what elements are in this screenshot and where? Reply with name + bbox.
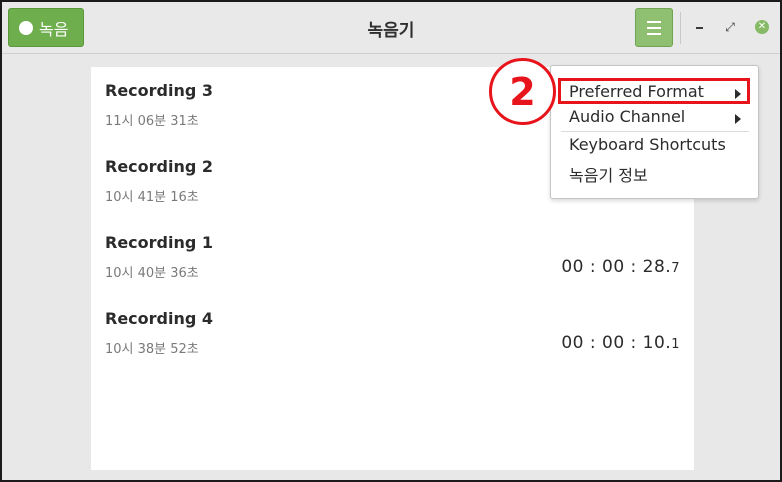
- close-button[interactable]: ✕: [751, 16, 773, 38]
- duration-fraction: 1: [671, 337, 680, 352]
- hamburger-icon-line: [647, 32, 661, 35]
- submenu-arrow-icon: [735, 89, 741, 99]
- duration-fraction: 7: [671, 261, 680, 276]
- menu-item-keyboard-shortcuts[interactable]: Keyboard Shortcuts: [569, 135, 753, 161]
- minimize-button[interactable]: [688, 16, 710, 38]
- recording-time: 11시 06분 31초: [105, 114, 199, 129]
- menu-item-label: 녹음기 정보: [569, 166, 648, 185]
- recording-title: Recording 2: [105, 157, 214, 176]
- menu-item-audio-channel[interactable]: Audio Channel: [569, 107, 753, 133]
- recording-time: 10시 41분 16초: [105, 190, 199, 205]
- list-item[interactable]: Recording 4 10시 38분 52초 00 : 00 : 10.1: [91, 295, 694, 371]
- recording-time: 10시 38분 52초: [105, 342, 199, 357]
- minimize-icon: [695, 27, 703, 29]
- hamburger-icon-line: [647, 26, 661, 29]
- hamburger-menu-button[interactable]: [635, 8, 673, 47]
- header-bar: 녹음 녹음기 ⤢ ✕: [2, 2, 780, 54]
- menu-item-label: Preferred Format: [569, 82, 704, 101]
- menu-separator: [561, 131, 749, 132]
- duration-main: 00 : 00 : 28.: [561, 257, 672, 277]
- step-callout: 2: [489, 58, 556, 125]
- header-separator: [680, 12, 681, 44]
- hamburger-icon: [647, 20, 661, 23]
- list-item[interactable]: Recording 1 10시 40분 36초 00 : 00 : 28.7: [91, 219, 694, 295]
- close-icon: ✕: [755, 20, 769, 34]
- duration-main: 00 : 00 : 10.: [561, 333, 672, 353]
- menu-item-label: Keyboard Shortcuts: [569, 135, 726, 154]
- recording-duration: 00 : 00 : 10.1: [561, 333, 680, 353]
- submenu-arrow-icon: [735, 114, 741, 124]
- recording-time: 10시 40분 36초: [105, 266, 199, 281]
- recording-title: Recording 4: [105, 309, 214, 328]
- menu-item-label: Audio Channel: [569, 107, 686, 126]
- recording-duration: 00 : 00 : 28.7: [561, 257, 680, 277]
- recording-title: Recording 3: [105, 81, 214, 100]
- app-window: 녹음 녹음기 ⤢ ✕ Recording 3 11시 06분 31초 Recor…: [0, 0, 782, 482]
- menu-item-about[interactable]: 녹음기 정보: [569, 162, 753, 188]
- maximize-icon: ⤢: [725, 19, 735, 34]
- app-menu-popover: Preferred Format Audio Channel Keyboard …: [550, 65, 759, 199]
- menu-item-preferred-format[interactable]: Preferred Format: [569, 82, 753, 108]
- maximize-button[interactable]: ⤢: [719, 16, 741, 38]
- recording-title: Recording 1: [105, 233, 214, 252]
